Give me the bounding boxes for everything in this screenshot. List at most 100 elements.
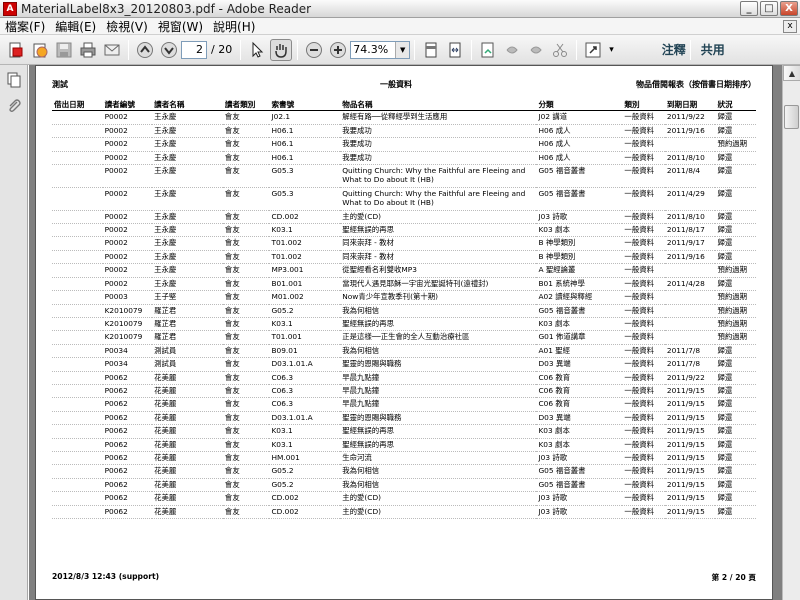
minimize-button[interactable]: _	[740, 1, 758, 16]
table-cell	[664, 330, 716, 345]
table-cell: 會友	[222, 438, 270, 452]
vertical-scrollbar[interactable]: ▲	[782, 65, 800, 600]
menu-help[interactable]: 說明(H)	[208, 18, 260, 35]
table-cell: 2011/9/15	[664, 505, 716, 520]
table-cell: 會友	[222, 344, 270, 359]
scroll-up-icon[interactable]: ▲	[783, 65, 800, 81]
table-cell	[52, 384, 103, 399]
undo-icon[interactable]	[501, 39, 523, 61]
comment-button[interactable]: 注釋	[662, 41, 686, 58]
table-cell: T01.001	[269, 330, 341, 345]
zoom-in-icon[interactable]	[327, 39, 349, 61]
table-cell: 一般資料	[622, 491, 665, 506]
email-icon[interactable]	[101, 39, 123, 61]
document-area[interactable]: 測試 一般資料 物品借閱報表（按借書日期排序） 借出日期 讀者編號 讀者名稱 讀者類別…	[29, 65, 782, 600]
prev-page-icon[interactable]	[134, 39, 156, 61]
table-cell: P0002	[102, 151, 153, 166]
zoom-combobox[interactable]: ▼	[350, 40, 411, 59]
table-cell: 一般資料	[622, 478, 665, 493]
table-cell: 2011/9/15	[664, 411, 716, 426]
table-cell: 一般資料	[622, 371, 665, 385]
table-cell: 我要成功	[340, 124, 537, 139]
table-row: K2010079 羅芷君 會友 K03.1 聖經無誤的再思 K03 劇本 一般資料 預約過期	[52, 317, 756, 332]
cut-icon[interactable]	[549, 39, 571, 61]
redo-icon[interactable]	[525, 39, 547, 61]
table-cell: J02 講道	[536, 110, 623, 125]
zoom-input[interactable]	[351, 43, 396, 56]
fullscreen-icon[interactable]	[582, 39, 604, 61]
report-footer-timestamp: 2012/8/3 12:43 (support)	[52, 572, 160, 581]
next-page-icon[interactable]	[158, 39, 180, 61]
table-cell: 當現代人遇見耶穌一宇宙光聖誕特刊(遠禮封)	[340, 277, 537, 292]
table-cell: 歸還	[715, 187, 756, 211]
table-cell: 同來崇拜 - 教材	[340, 236, 537, 251]
table-cell: 一般資料	[622, 357, 665, 372]
table-cell: J03 詩歌	[536, 451, 623, 466]
chevron-down-icon[interactable]: ▼	[395, 41, 410, 58]
table-cell: 聖經無誤的再思	[340, 424, 537, 439]
table-cell: D03.1.01.A	[269, 357, 341, 372]
create-pdf-icon[interactable]	[5, 39, 27, 61]
table-cell: 王子堅	[152, 290, 223, 305]
save-icon[interactable]	[53, 39, 75, 61]
scroll-thumb[interactable]	[784, 105, 799, 129]
maximize-button[interactable]: □	[760, 1, 778, 16]
table-cell: 聖靈的恩賜與職務	[340, 411, 537, 426]
table-cell: 王永慶	[152, 263, 223, 278]
menu-window[interactable]: 視窗(W)	[153, 18, 208, 35]
pages-panel-icon[interactable]	[3, 69, 25, 91]
table-cell: 歸還	[715, 478, 756, 493]
select-tool-icon[interactable]	[246, 39, 268, 61]
table-cell: 2011/9/15	[664, 384, 716, 399]
page-number-input[interactable]: 2	[181, 40, 207, 59]
menu-edit[interactable]: 編輯(E)	[50, 18, 101, 35]
print-icon[interactable]	[77, 39, 99, 61]
report-header-center: 一般資料	[380, 80, 412, 89]
table-cell: C06 教育	[536, 371, 623, 385]
pdf-manage-icon[interactable]	[29, 39, 51, 61]
column-header: 讀者類別	[222, 99, 270, 112]
table-cell: 2011/9/22	[664, 371, 716, 385]
close-window-button[interactable]: X	[780, 1, 798, 16]
navigation-panel	[0, 65, 28, 600]
table-cell: 2011/4/28	[664, 277, 716, 292]
table-cell: 2011/8/10	[664, 151, 716, 166]
report-header-right: 物品借閱報表（按借書日期排序）	[636, 80, 756, 89]
share-button[interactable]: 共用	[701, 41, 725, 58]
fit-width-icon[interactable]	[444, 39, 466, 61]
table-cell: K03 劇本	[536, 317, 623, 332]
table-cell: 花美麗	[152, 464, 223, 479]
table-cell: 歸還	[715, 384, 756, 399]
table-cell: G05.3	[269, 164, 341, 188]
table-row: P0062 花美麗 會友 C06.3 早晨九點鐘 C06 教育 一般資料 2011/9/15 歸…	[52, 397, 756, 412]
table-cell: 2011/9/15	[664, 424, 716, 439]
table-cell: 會友	[222, 384, 270, 399]
table-cell: K03.1	[269, 438, 341, 452]
table-cell	[52, 397, 103, 412]
table-cell: G05 福音叢書	[536, 464, 623, 479]
table-cell: K03.1	[269, 424, 341, 439]
sign-icon[interactable]	[477, 39, 499, 61]
column-header: 讀者編號	[102, 99, 153, 112]
more-tools-icon[interactable]: ▾	[609, 45, 614, 55]
table-cell: 王永慶	[152, 236, 223, 251]
table-cell: 早晨九點鐘	[340, 397, 537, 412]
menu-file[interactable]: 檔案(F)	[0, 18, 50, 35]
zoom-out-icon[interactable]	[303, 39, 325, 61]
attachments-icon[interactable]	[3, 95, 25, 117]
adobe-reader-icon: A	[3, 1, 17, 16]
table-cell: B 神學類別	[536, 236, 623, 251]
fit-page-icon[interactable]	[420, 39, 442, 61]
table-cell: P0002	[102, 236, 153, 251]
table-cell: A01 聖經	[536, 344, 623, 359]
table-cell: 歸還	[715, 491, 756, 506]
hand-tool-icon[interactable]	[270, 38, 293, 61]
table-cell	[52, 438, 103, 452]
table-cell: P0062	[102, 424, 153, 439]
table-cell	[52, 250, 103, 265]
table-cell: 會友	[222, 451, 270, 466]
menu-view[interactable]: 檢視(V)	[101, 18, 153, 35]
table-cell: 王永慶	[152, 137, 223, 152]
table-cell	[52, 330, 103, 345]
close-document-button[interactable]: x	[783, 19, 797, 33]
